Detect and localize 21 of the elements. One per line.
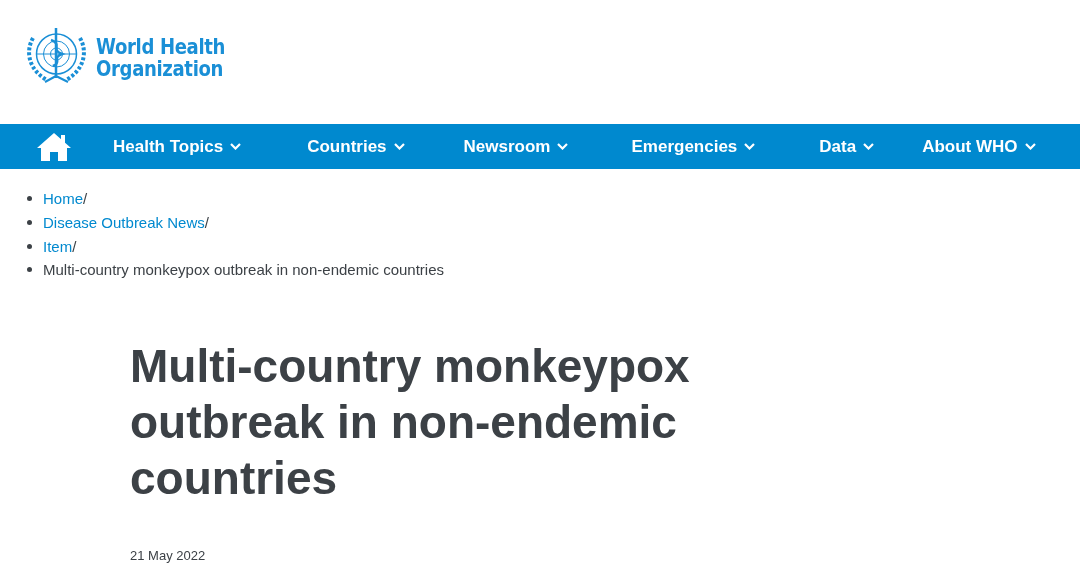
separator: / [204,214,209,232]
breadcrumb-link[interactable]: Disease Outbreak News [43,214,205,232]
nav-link[interactable]: Newsroom [463,136,569,157]
nav-link[interactable]: Emergencies [631,136,756,157]
organization-name[interactable]: World Health Organization [96,36,226,80]
nav-link[interactable]: About WHO [922,136,1036,157]
bullet [27,267,32,273]
nav-link[interactable]: Data [819,136,875,157]
bullet [27,220,32,226]
article-title: Multi-country monkeypox outbreak in non-endemic countries [130,338,691,506]
bullet [27,243,32,249]
home-icon[interactable] [36,131,72,162]
publish-date: 21 May 2022 [130,547,207,563]
bullet [27,196,32,202]
separator: / [72,237,77,255]
nav-link[interactable]: Countries [307,136,405,157]
separator: / [83,190,88,208]
breadcrumb-link[interactable]: Home [43,190,83,208]
nav-link[interactable]: Health Topics [113,136,242,157]
breadcrumb-current: Multi-country monkeypox outbreak in non-endemic countries [43,261,445,279]
breadcrumb-link[interactable]: Item [43,237,73,255]
